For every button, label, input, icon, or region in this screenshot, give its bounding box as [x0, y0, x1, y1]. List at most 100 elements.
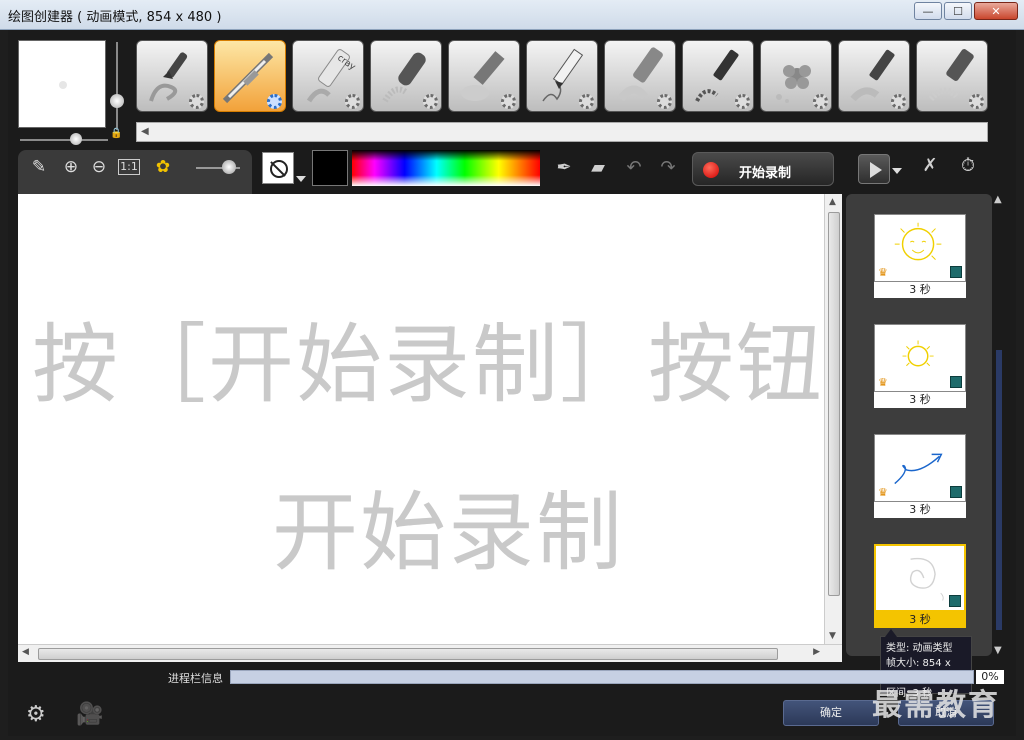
brush-pencil[interactable] — [526, 40, 598, 112]
settings-gear-icon[interactable] — [423, 94, 438, 109]
scroll-down-icon[interactable]: ▼ — [829, 631, 836, 641]
settings-gear-icon[interactable] — [813, 94, 828, 109]
no-color-button[interactable] — [262, 152, 294, 184]
frames-scrollbar[interactable]: ▲ ▼ — [994, 194, 1004, 656]
tooltip-type: 类型: 动画类型 — [886, 643, 953, 654]
record-label: 开始录制 — [739, 166, 792, 181]
frame-thumbnail[interactable]: ♛ — [874, 324, 966, 392]
scroll-up-icon[interactable]: ▲ — [829, 197, 836, 207]
frame-thumbnail[interactable] — [874, 544, 966, 612]
brush-stamp[interactable] — [760, 40, 832, 112]
settings-gear-icon[interactable] — [969, 94, 984, 109]
brush-eraser[interactable] — [916, 40, 988, 112]
canvas-horizontal-scrollbar[interactable]: ◀ ▶ — [18, 644, 842, 662]
scroll-left-icon[interactable]: ◀ — [22, 647, 29, 657]
settings-gear-icon[interactable] — [579, 94, 594, 109]
frame-duration: 3 秒 — [874, 392, 966, 408]
canvas-text-line2: 开始录制 — [272, 483, 624, 583]
settings-gear-icon[interactable] — [657, 94, 672, 109]
zoom-out-icon[interactable]: ⊖ — [88, 156, 110, 178]
film-icon — [949, 595, 961, 607]
frame-duration: 3 秒 — [874, 502, 966, 518]
frame-thumbnail[interactable]: ♛ — [874, 214, 966, 282]
undo-icon[interactable]: ↶ — [622, 156, 646, 180]
eyedropper-icon[interactable]: ✒ — [552, 156, 576, 180]
title-bar: 绘图创建器 ( 动画模式, 854 x 480 ) — ☐ ✕ — [0, 0, 1024, 30]
frame-duration: 3 秒 — [874, 282, 966, 298]
slider-knob[interactable] — [110, 94, 124, 108]
settings-icon[interactable]: ⚙ — [26, 702, 46, 727]
zoom-slider[interactable] — [196, 160, 240, 174]
chevron-down-icon[interactable] — [296, 176, 306, 182]
scroll-up-icon[interactable]: ▲ — [994, 194, 1002, 205]
film-icon — [950, 486, 962, 498]
clear-frames-icon[interactable]: ✗ — [918, 154, 942, 178]
brush-charcoal[interactable] — [448, 40, 520, 112]
minimize-button[interactable]: — — [914, 2, 942, 20]
slider-knob[interactable] — [222, 160, 236, 174]
brush-airbrush[interactable] — [214, 40, 286, 112]
eraser-icon[interactable]: ▰ — [586, 156, 610, 180]
drawing-canvas[interactable]: 按［开始录制］按钮 开始录制 — [18, 194, 824, 644]
brush-marker[interactable] — [604, 40, 676, 112]
camera-icon[interactable]: 🎥 — [76, 702, 103, 727]
brush-texture[interactable] — [682, 40, 754, 112]
scroll-thumb[interactable] — [38, 648, 778, 660]
frame-duration: 3 秒 — [874, 612, 966, 628]
brush-paintbrush[interactable] — [136, 40, 208, 112]
settings-gear-icon[interactable] — [189, 94, 204, 109]
film-icon — [950, 266, 962, 278]
brush-crayon[interactable]: cray — [292, 40, 364, 112]
settings-gear-icon[interactable] — [501, 94, 516, 109]
frame-item[interactable]: ♛ 3 秒 — [874, 214, 966, 298]
crown-icon: ♛ — [878, 266, 888, 279]
zoom-in-icon[interactable]: ⊕ — [60, 156, 82, 178]
brush-size-slider[interactable] — [110, 42, 124, 130]
canvas-vertical-scrollbar[interactable]: ▲ ▼ — [824, 194, 842, 644]
frame-thumbnail[interactable]: ♛ — [874, 434, 966, 502]
canvas-text-line1: 按［开始录制］按钮 — [32, 315, 824, 415]
settings-gear-icon[interactable] — [345, 94, 360, 109]
scroll-right-icon[interactable]: ▶ — [813, 647, 820, 657]
watermark-logo: 最需教育 — [872, 688, 1000, 723]
settings-gear-icon[interactable] — [891, 94, 906, 109]
chevron-down-icon[interactable] — [892, 168, 902, 174]
brush-chalk[interactable] — [370, 40, 442, 112]
background-image-icon[interactable]: ✿ — [152, 156, 174, 178]
maximize-button[interactable]: ☐ — [944, 2, 972, 20]
current-color-swatch[interactable] — [312, 150, 348, 186]
lock-icon[interactable]: 🔒 — [110, 128, 122, 140]
timer-icon[interactable]: ⏱ — [956, 154, 980, 178]
record-icon — [703, 162, 719, 178]
brush-toolbar: cray — [136, 40, 988, 112]
slider-knob[interactable] — [70, 133, 82, 145]
crown-icon: ♛ — [878, 376, 888, 389]
start-recording-button[interactable]: 开始录制 — [692, 152, 834, 186]
edit-canvas-icon[interactable]: ✎ — [28, 156, 50, 178]
play-button[interactable] — [858, 154, 890, 184]
brush-preview — [18, 40, 106, 128]
progress-label: 进程栏信息 — [168, 672, 223, 685]
color-spectrum-picker[interactable] — [352, 150, 540, 186]
progress-bar — [230, 670, 974, 684]
frame-item[interactable]: ♛ 3 秒 — [874, 324, 966, 408]
frame-item[interactable]: ♛ 3 秒 — [874, 434, 966, 518]
scroll-thumb[interactable] — [828, 212, 840, 596]
scroll-left-icon[interactable]: ◀ — [141, 126, 149, 137]
scroll-thumb[interactable] — [996, 350, 1002, 630]
actual-size-icon[interactable]: 1:1 — [118, 159, 140, 175]
close-button[interactable]: ✕ — [974, 2, 1018, 20]
settings-gear-icon[interactable] — [735, 94, 750, 109]
brush-scrollbar[interactable]: ◀ — [136, 122, 988, 142]
settings-gear-icon[interactable] — [267, 94, 282, 109]
brush-spray[interactable] — [838, 40, 910, 112]
brush-opacity-slider[interactable] — [20, 133, 108, 145]
window-controls: — ☐ ✕ — [914, 2, 1018, 20]
ok-button[interactable]: 确定 — [783, 700, 879, 726]
redo-icon[interactable]: ↷ — [656, 156, 680, 180]
play-icon — [870, 162, 882, 178]
crown-icon: ♛ — [878, 486, 888, 499]
frame-item-selected[interactable]: 3 秒 — [874, 544, 966, 628]
film-icon — [950, 376, 962, 388]
scroll-down-icon[interactable]: ▼ — [994, 645, 1002, 656]
